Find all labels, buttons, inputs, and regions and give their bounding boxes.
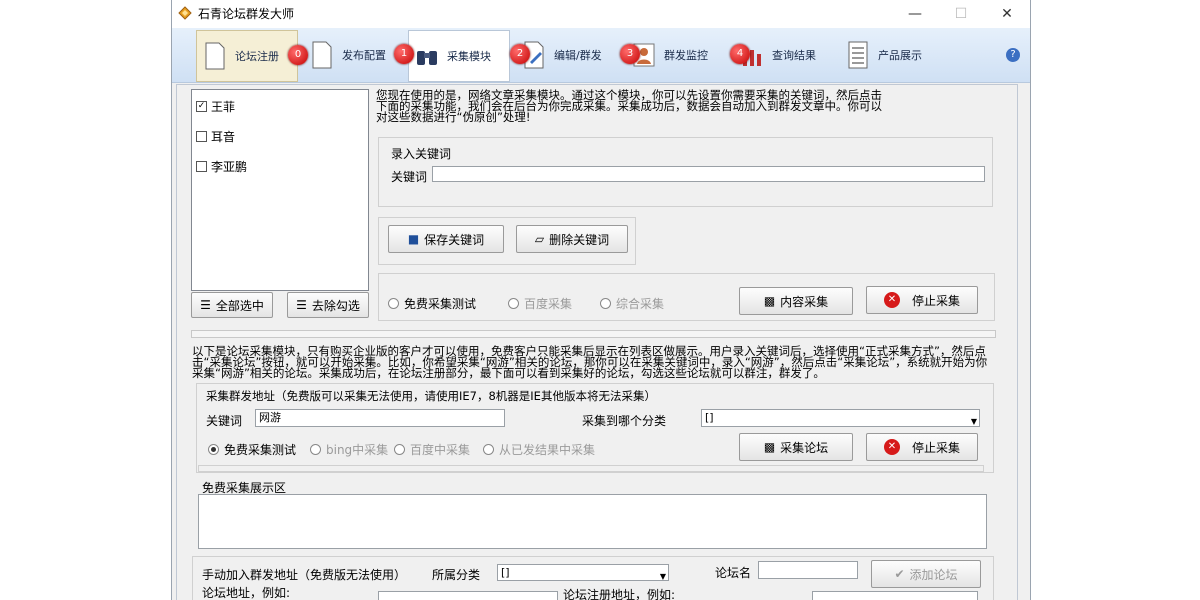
stop-icon: ✕ xyxy=(883,292,900,308)
forum-category-label: 采集到哪个分类 xyxy=(582,414,667,428)
tab-label: 产品展示 xyxy=(878,49,922,62)
forum-name-input[interactable] xyxy=(758,561,858,579)
add-forum-button[interactable]: ✔ 添加论坛 xyxy=(871,560,981,588)
tab-label: 采集模块 xyxy=(447,50,491,63)
checkbox[interactable] xyxy=(196,161,207,172)
document-icon xyxy=(205,42,225,70)
radio-forum-history[interactable]: 从已发结果中采集 xyxy=(483,441,595,458)
tab-forum-register[interactable]: 论坛注册 xyxy=(196,30,298,82)
forum-collect-button[interactable]: ▩ 采集论坛 xyxy=(739,433,853,461)
tab-label: 论坛注册 xyxy=(235,50,279,63)
binoculars-icon xyxy=(417,51,437,65)
tab-send-monitor[interactable]: 群发监控 xyxy=(626,30,726,80)
tab-badge: 0 xyxy=(288,45,308,65)
keyword-entry-group: 录入关键词 关键词 xyxy=(378,137,993,207)
forum-register-address-label: 论坛注册地址，例如: xyxy=(563,588,676,600)
tab-badge: 4 xyxy=(730,44,750,64)
title-bar: 石青论坛群发大师 — ☐ ✕ xyxy=(172,0,1030,28)
article-keyword-input[interactable] xyxy=(432,166,985,182)
tab-edit-send[interactable]: 编辑/群发 xyxy=(516,30,616,80)
select-all-icon: ☰ xyxy=(200,298,211,312)
list-item[interactable]: 李亚鹏 xyxy=(196,158,247,175)
forum-keyword-label: 关键词 xyxy=(206,414,243,428)
tab-badge: 2 xyxy=(510,44,530,64)
forum-intro-text: 以下是论坛采集模块，只有购买企业版的客户才可以使用，免费客户只能采集后显示在列表… xyxy=(192,344,988,380)
deselect-button[interactable]: ☰ 去除勾选 xyxy=(287,292,369,318)
save-icon: ■ xyxy=(407,232,420,246)
article-intro-text: 您现在使用的是，网络文章采集模块。通过这个模块，你可以先设置你需要采集的关键词，… xyxy=(376,88,882,124)
forum-address-input[interactable] xyxy=(378,591,558,600)
keyword-label: 关键词 xyxy=(391,170,428,184)
list-document-icon xyxy=(848,41,868,69)
manual-category-label: 所属分类 xyxy=(432,568,481,582)
window-title: 石青论坛群发大师 xyxy=(198,7,295,21)
add-icon: ✔ xyxy=(894,567,905,581)
maximize-button[interactable]: ☐ xyxy=(938,0,984,28)
tab-label: 群发监控 xyxy=(664,49,708,62)
separator xyxy=(198,465,984,472)
list-item[interactable]: 耳音 xyxy=(196,128,235,145)
app-window: 石青论坛群发大师 — ☐ ✕ 论坛注册 发布配置 采集模块 编辑/群发 群发监控… xyxy=(171,0,1031,600)
list-item[interactable]: ✓ 王菲 xyxy=(196,98,235,115)
radio-forum-bing[interactable]: bing中采集 xyxy=(310,441,388,458)
keyword-group-label: 录入关键词 xyxy=(391,147,452,161)
tab-collect-module[interactable]: 采集模块 xyxy=(408,30,510,82)
save-keyword-button[interactable]: ■ 保存关键词 xyxy=(388,225,504,253)
collect-icon: ▩ xyxy=(763,294,776,308)
select-all-button[interactable]: ☰ 全部选中 xyxy=(191,292,273,318)
progress-bar xyxy=(191,330,996,338)
minimize-icon: — xyxy=(908,6,922,22)
eraser-icon: ▱ xyxy=(534,232,545,246)
deselect-icon: ☰ xyxy=(296,298,307,312)
close-button[interactable]: ✕ xyxy=(984,0,1030,28)
forum-name-label: 论坛名 xyxy=(715,566,752,580)
tab-badge: 3 xyxy=(620,44,640,64)
radio-forum-free-test[interactable]: 免费采集测试 xyxy=(208,441,296,458)
keyword-checklist: ✓ 王菲 耳音 李亚鹏 xyxy=(191,89,369,291)
forum-keyword-input[interactable]: 网游 xyxy=(255,409,505,427)
forum-register-address-input[interactable] xyxy=(812,591,978,600)
radio-forum-baidu[interactable]: 百度中采集 xyxy=(394,441,470,458)
help-icon[interactable]: ? xyxy=(1006,48,1020,62)
main-toolbar: 论坛注册 发布配置 采集模块 编辑/群发 群发监控 查询结果 产品展示 0 1 … xyxy=(172,28,1030,83)
manual-category-select[interactable]: [] ▼ xyxy=(497,564,669,581)
delete-keyword-button[interactable]: ▱ 删除关键词 xyxy=(516,225,628,253)
tab-label: 发布配置 xyxy=(342,49,386,62)
tab-product-show[interactable]: 产品展示 xyxy=(840,30,940,80)
checkbox-checked[interactable]: ✓ xyxy=(196,101,207,112)
chevron-down-icon: ▼ xyxy=(970,417,977,426)
forum-group-label: 采集群发地址（免费版可以采集无法使用，请使用IE7，8机器是IE其他版本将无法采… xyxy=(206,389,656,403)
free-collect-display-area[interactable] xyxy=(198,494,987,549)
tab-label: 查询结果 xyxy=(772,49,816,62)
tab-label: 编辑/群发 xyxy=(554,49,602,62)
radio-combined[interactable]: 综合采集 xyxy=(600,295,664,312)
document-icon xyxy=(312,41,332,69)
minimize-button[interactable]: — xyxy=(892,0,938,28)
tab-badge: 1 xyxy=(394,44,414,64)
close-icon: ✕ xyxy=(1001,6,1013,22)
stop-article-collect-button[interactable]: ✕ 停止采集 xyxy=(866,286,978,314)
forum-category-select[interactable]: [] ▼ xyxy=(701,409,980,427)
stop-forum-collect-button[interactable]: ✕ 停止采集 xyxy=(866,433,978,461)
checkbox[interactable] xyxy=(196,131,207,142)
radio-free-test[interactable]: 免费采集测试 xyxy=(388,295,476,312)
manual-add-label: 手动加入群发地址（免费版无法使用） xyxy=(202,568,407,582)
maximize-icon: ☐ xyxy=(954,6,968,22)
tab-publish-config[interactable]: 发布配置 xyxy=(304,30,404,80)
forum-address-label: 论坛地址，例如: xyxy=(202,586,291,600)
stop-icon: ✕ xyxy=(883,439,900,455)
chevron-down-icon: ▼ xyxy=(659,572,666,581)
radio-baidu[interactable]: 百度采集 xyxy=(508,295,572,312)
content-collect-button[interactable]: ▩ 内容采集 xyxy=(739,287,853,315)
collect-icon: ▩ xyxy=(763,440,776,454)
app-logo-icon xyxy=(178,6,192,20)
